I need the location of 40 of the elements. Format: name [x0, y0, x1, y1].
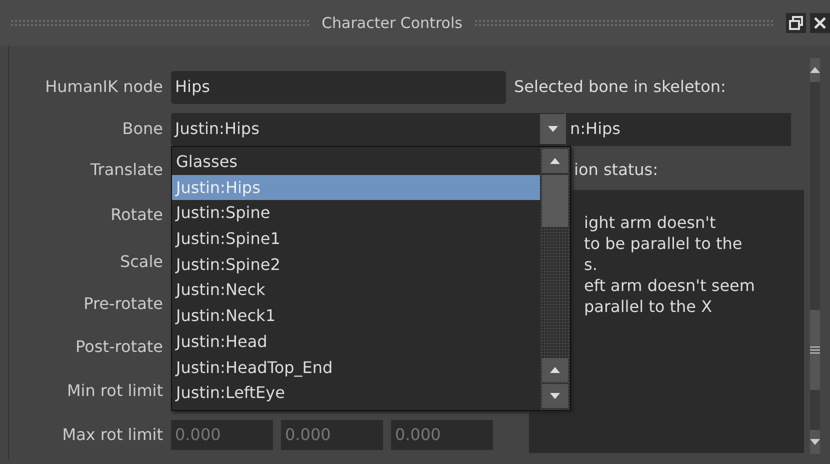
- scroll-up-icon: [810, 58, 820, 82]
- dropdown-item[interactable]: Justin:Head: [172, 328, 540, 354]
- bone-dropdown[interactable]: Justin:Hips: [171, 112, 566, 146]
- scroll-up-icon[interactable]: [542, 149, 568, 173]
- field-label: Translate: [90, 159, 163, 181]
- window-title: Character Controls: [322, 12, 462, 34]
- dropdown-item[interactable]: Justin:Neck: [172, 277, 540, 304]
- bone-field[interactable]: n:Hips: [566, 112, 791, 146]
- status-label: ion status:: [574, 159, 658, 181]
- status-text: parallel to the X: [584, 296, 714, 317]
- field-label: Post-rotate: [76, 336, 163, 358]
- scroll-down-icon: [810, 430, 820, 454]
- field-label: Bone: [121, 118, 164, 140]
- field-label: Pre-rotate: [84, 293, 163, 315]
- field-label: Min rot limit: [66, 380, 163, 402]
- scroll-bar[interactable]: [810, 58, 820, 454]
- float-button[interactable]: [786, 13, 806, 33]
- dropdown-item[interactable]: Justin:Neck1: [172, 303, 540, 329]
- scroll-up-icon[interactable]: [542, 358, 568, 382]
- status-text: to be parallel to the: [584, 233, 744, 254]
- scroll-thumb[interactable]: [810, 310, 820, 390]
- field-label: HumanIK node: [44, 76, 164, 98]
- status-text: s.: [584, 254, 598, 275]
- field-label: Scale: [120, 250, 163, 272]
- scroll-down-icon[interactable]: [542, 384, 568, 408]
- dropdown-item[interactable]: Justin:HeadTop_End: [172, 354, 540, 380]
- close-button[interactable]: [810, 13, 830, 33]
- status-text: eft arm doesn't seem: [584, 275, 756, 296]
- status-text: ight arm doesn't: [584, 212, 717, 233]
- caret-icon: [540, 114, 566, 144]
- field-label: Rotate: [110, 204, 163, 226]
- field-label: Max rot limit: [61, 424, 164, 446]
- dropdown-item[interactable]: Justin:Spine: [172, 200, 540, 226]
- field-label: Selected bone in skeleton:: [514, 76, 726, 98]
- dropdown-item[interactable]: Justin:Spine1: [172, 226, 540, 252]
- scroll-thumb[interactable]: [542, 175, 568, 227]
- dropdown-item[interactable]: Justin:Spine2: [172, 252, 540, 278]
- node-field[interactable]: Hips: [171, 70, 506, 104]
- dropdown-item[interactable]: Justin:LeftEye: [172, 380, 540, 406]
- dropdown-item[interactable]: Glasses: [172, 149, 540, 175]
